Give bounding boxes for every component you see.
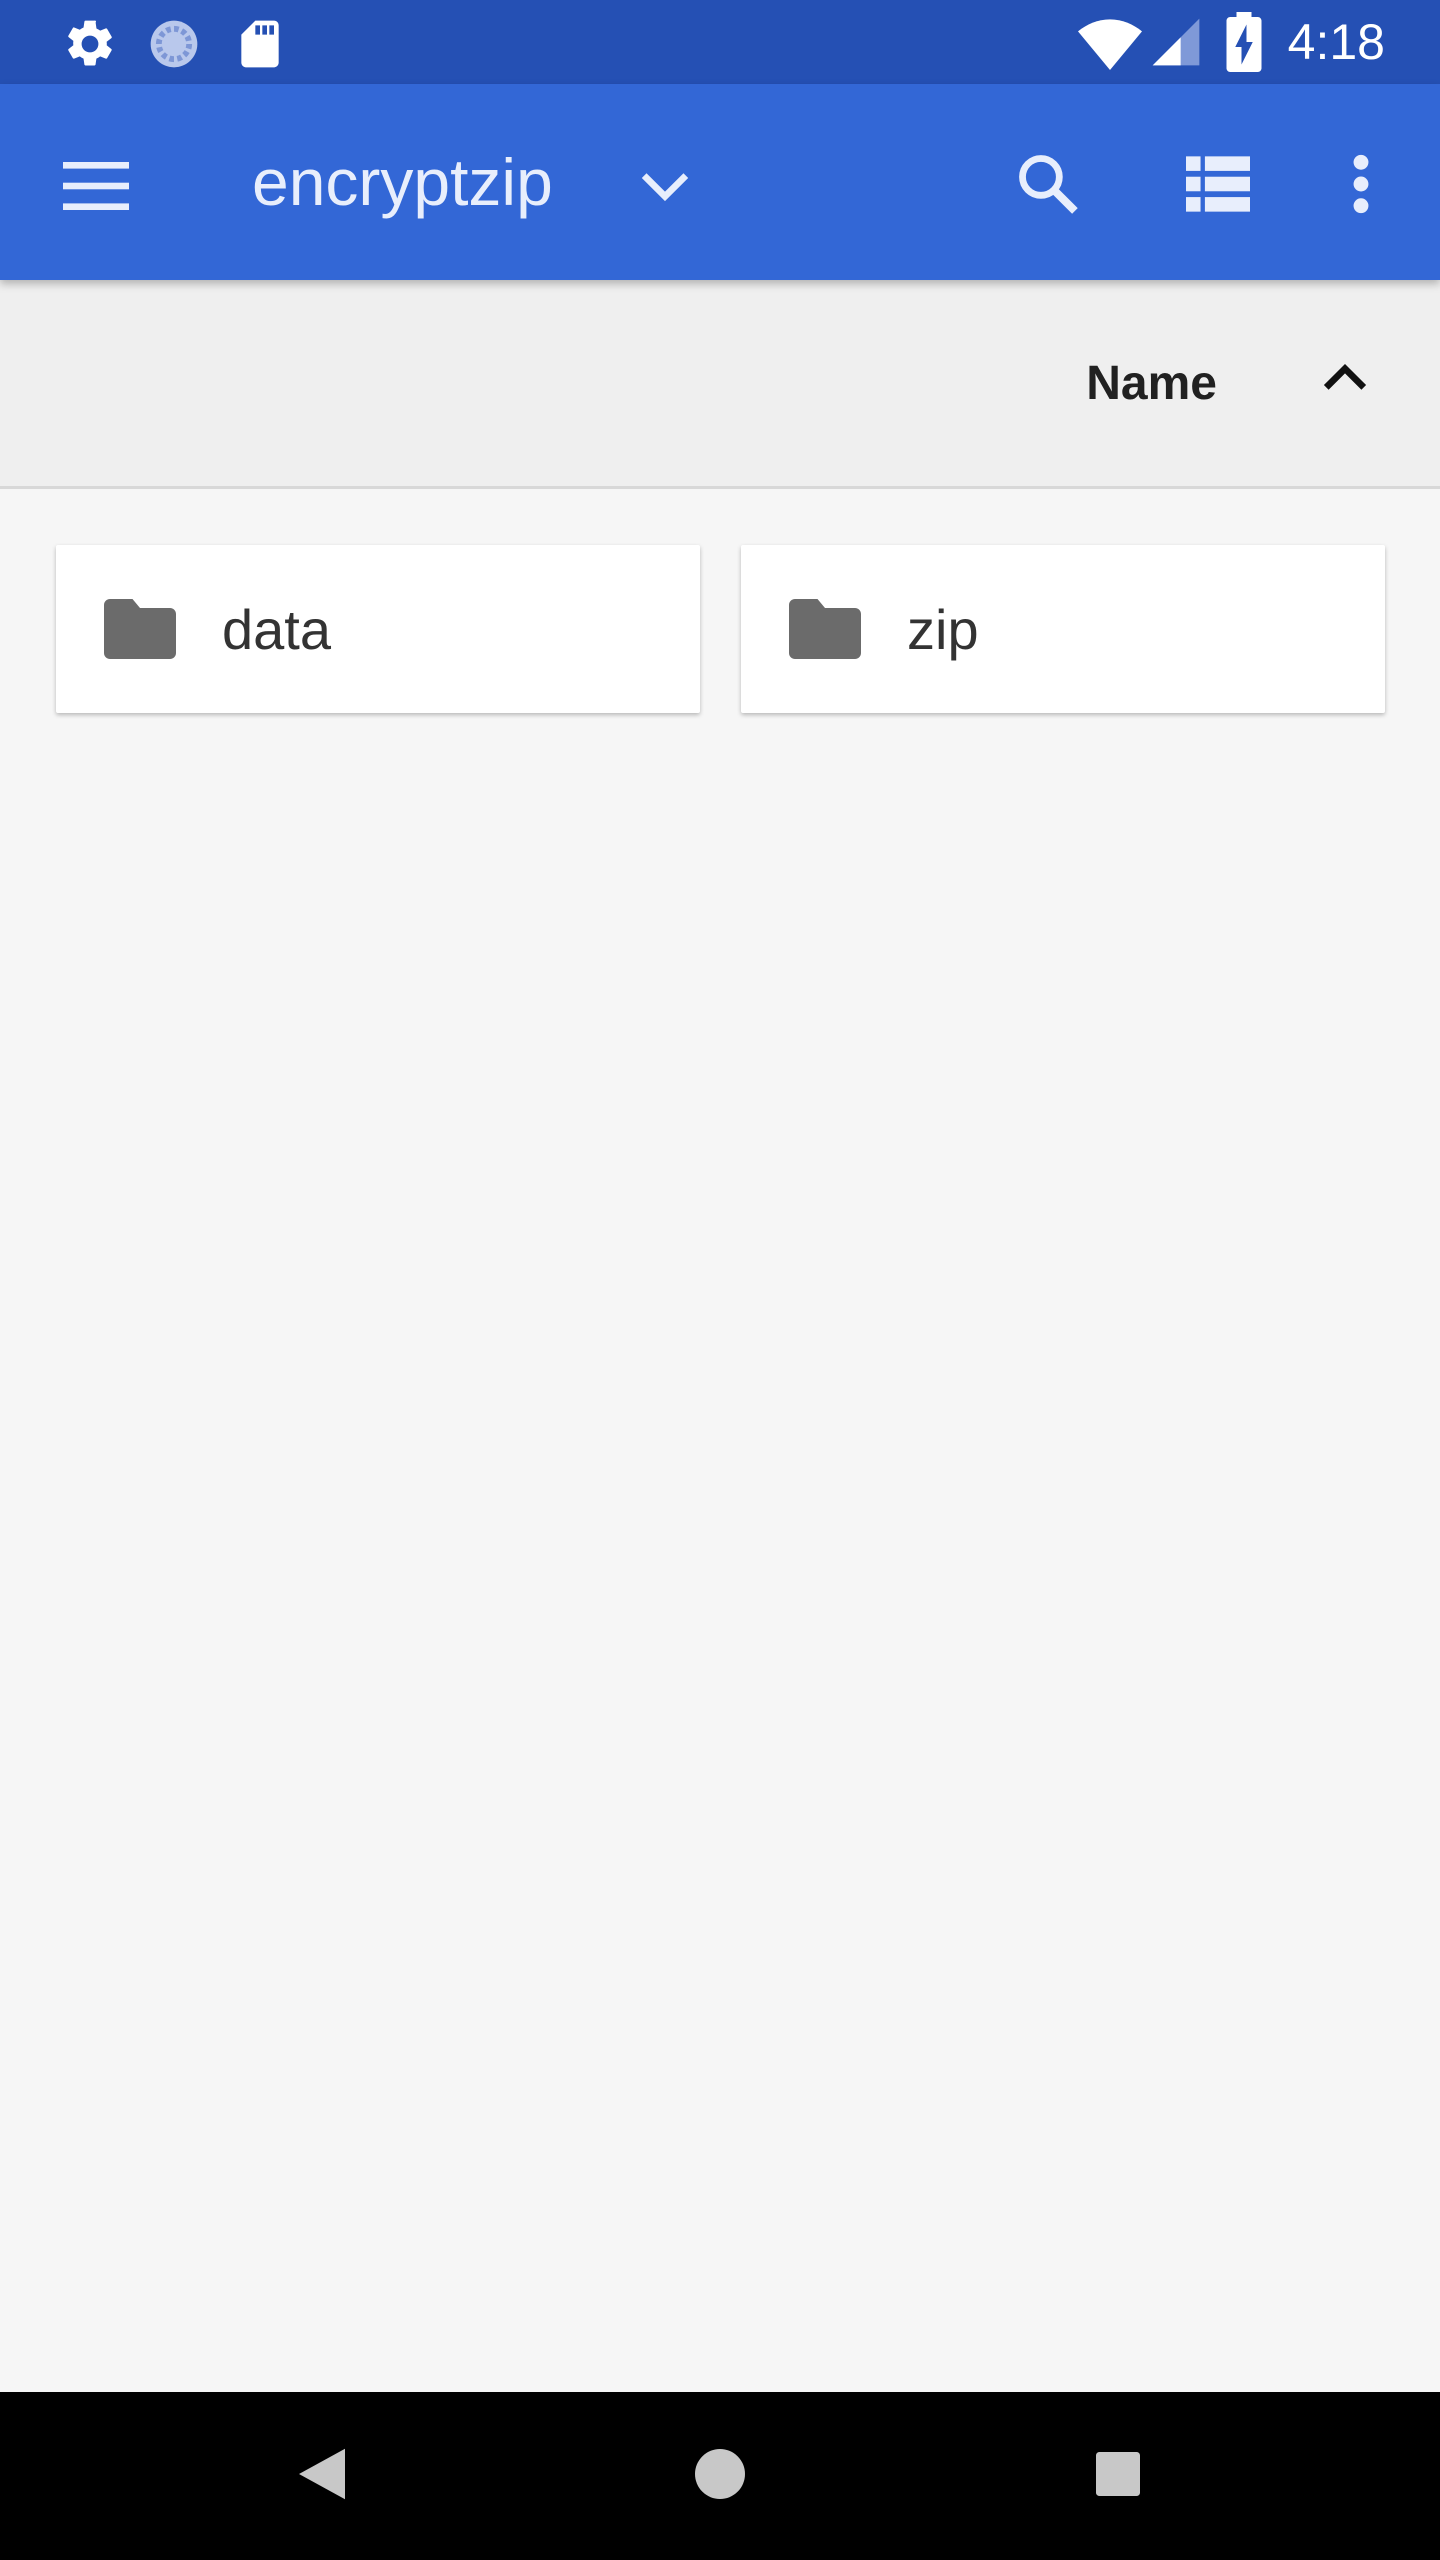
sort-by-name-button[interactable]: Name [1086, 354, 1217, 414]
search-icon [1014, 150, 1082, 223]
folder-icon [789, 599, 861, 664]
wifi-icon [1078, 14, 1142, 75]
recents-icon [1096, 2451, 1140, 2501]
more-vert-icon [1351, 153, 1371, 220]
back-button[interactable] [282, 2436, 362, 2516]
folder-name: zip [907, 598, 979, 661]
folder-name: data [222, 598, 331, 661]
folder-icon [104, 599, 176, 664]
search-button[interactable] [998, 136, 1098, 236]
sync-icon [146, 16, 202, 77]
signal-icon [1148, 14, 1204, 75]
app-bar: encryptzip [0, 84, 1440, 280]
chevron-down-icon [640, 169, 690, 208]
folder-item-data[interactable]: data [56, 545, 700, 713]
list-view-icon [1186, 155, 1250, 217]
gear-icon [62, 16, 118, 77]
home-button[interactable] [680, 2436, 760, 2516]
back-icon [299, 2448, 345, 2505]
sort-ascending-icon[interactable] [1320, 352, 1370, 407]
folder-item-zip[interactable]: zip [741, 545, 1385, 713]
folder-title[interactable]: encryptzip [252, 142, 553, 222]
sd-card-icon [232, 16, 288, 77]
sort-header: Name [0, 280, 1440, 489]
recents-button[interactable] [1078, 2436, 1158, 2516]
navigation-bar [0, 2392, 1440, 2560]
home-icon [695, 2448, 745, 2504]
menu-icon [63, 161, 129, 216]
menu-button[interactable] [48, 140, 144, 236]
more-options-button[interactable] [1316, 136, 1406, 236]
status-bar: 4:18 [0, 0, 1440, 84]
folder-dropdown-button[interactable] [620, 140, 710, 236]
clock: 4:18 [1287, 14, 1385, 70]
battery-charging-icon [1222, 12, 1266, 77]
screen: 4:18 encryptzip Name data zip [0, 0, 1440, 2560]
view-toggle-button[interactable] [1168, 136, 1268, 236]
